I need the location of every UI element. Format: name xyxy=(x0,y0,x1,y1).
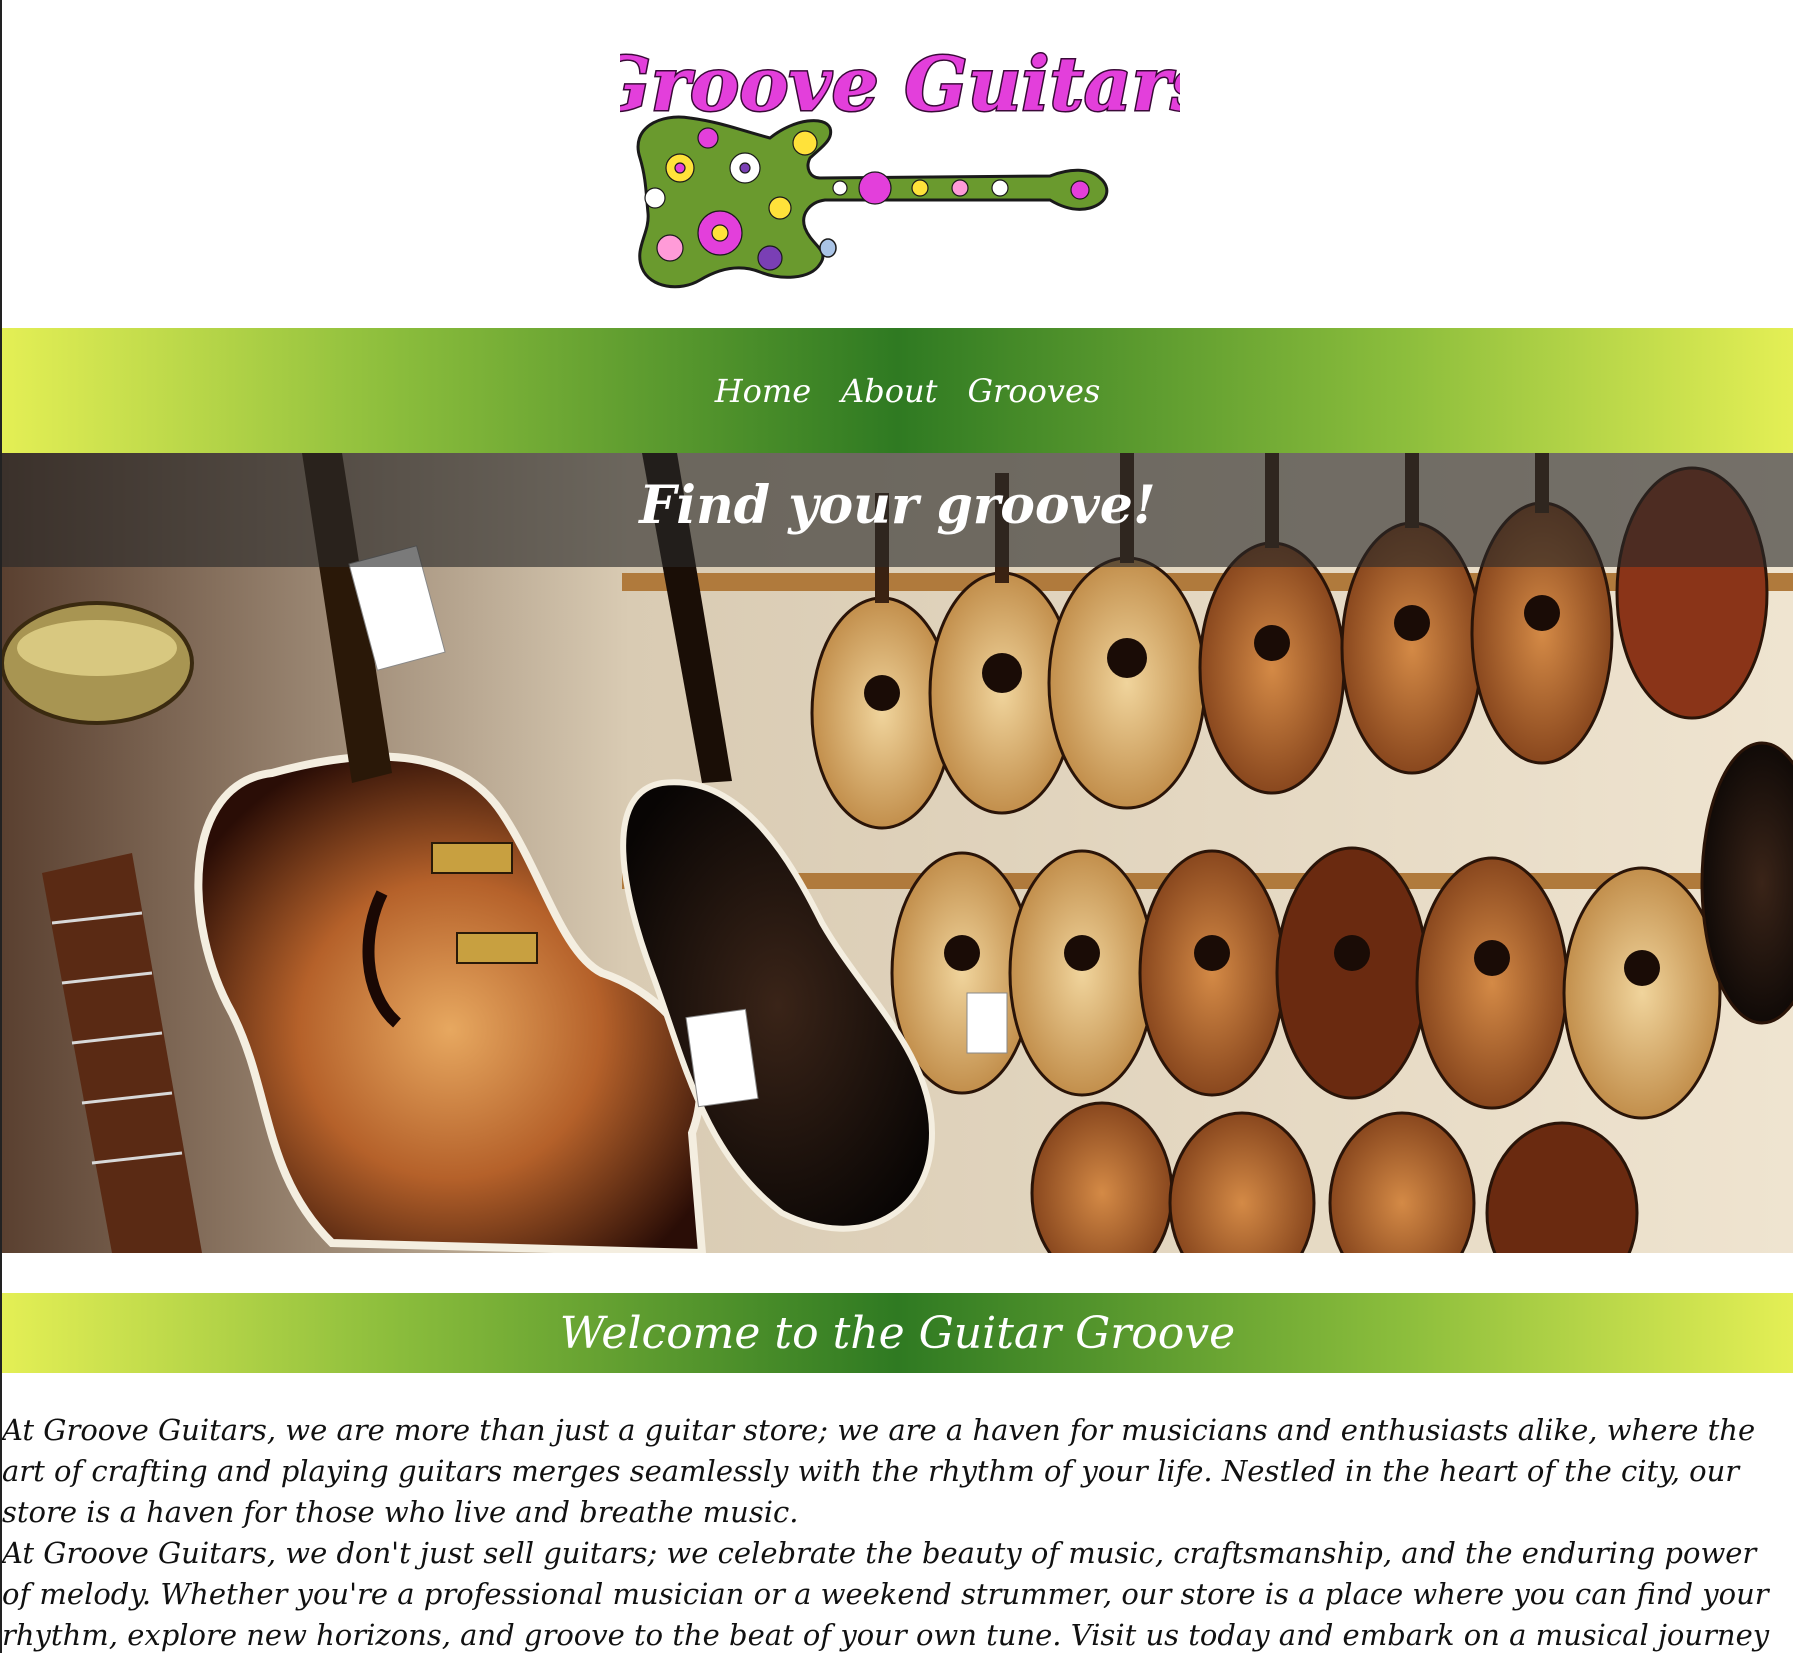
welcome-heading: Welcome to the Guitar Groove xyxy=(559,1307,1236,1359)
intro-content: At Groove Guitars, we are more than just… xyxy=(2,1410,1793,1653)
hero-guitar-store-image xyxy=(2,453,1793,1253)
svg-text:Groove Guitars: Groove Guitars xyxy=(620,42,1180,128)
groove-guitars-logo: Groove Guitars xyxy=(620,41,1180,289)
hero-title: Find your groove! xyxy=(639,475,1156,536)
nav-link-grooves[interactable]: Grooves xyxy=(967,372,1100,410)
main-navigation: Home About Grooves xyxy=(2,328,1793,453)
intro-paragraph-2: At Groove Guitars, we don't just sell gu… xyxy=(2,1536,1770,1652)
hero-section: Find your groove! xyxy=(2,453,1793,1253)
nav-link-about[interactable]: About xyxy=(841,372,937,410)
nav-links: Home About Grooves xyxy=(715,372,1101,410)
welcome-banner: Welcome to the Guitar Groove xyxy=(2,1293,1793,1373)
intro-paragraph-1: At Groove Guitars, we are more than just… xyxy=(2,1413,1756,1529)
nav-link-home[interactable]: Home xyxy=(715,372,811,410)
site-logo[interactable]: Groove Guitars xyxy=(620,18,1180,298)
